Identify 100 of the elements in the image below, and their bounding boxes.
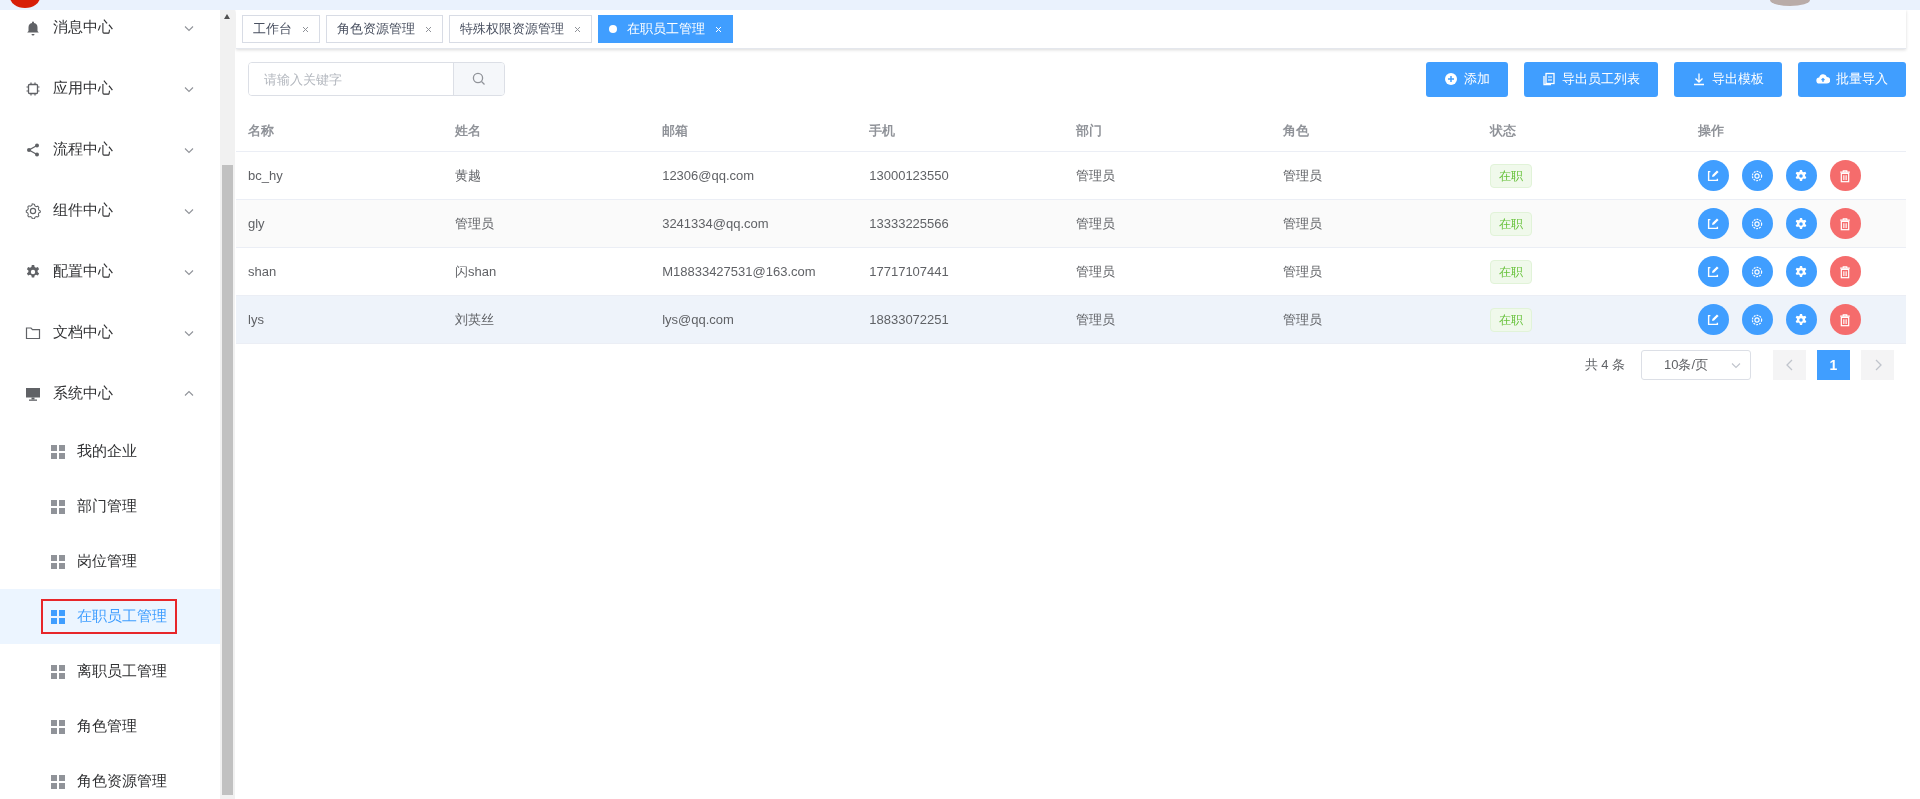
submenu-item[interactable]: 我的企业 <box>0 424 220 479</box>
gear-button[interactable] <box>1785 160 1817 191</box>
table-cell: bc_hy <box>236 151 444 200</box>
chip-icon <box>25 80 41 97</box>
table-cell: 管理员 <box>1064 199 1272 248</box>
column-header: 名称 <box>236 111 444 152</box>
submenu-label: 在职员工管理 <box>77 607 167 626</box>
table-cell: 13000123550 <box>857 151 1065 200</box>
table-cell: gly <box>236 199 444 248</box>
grid-icon <box>51 499 65 514</box>
gear-outline-icon <box>1750 216 1765 231</box>
submenu-label: 我的企业 <box>77 442 137 461</box>
column-header: 状态 <box>1478 111 1686 152</box>
scrollbar[interactable] <box>220 10 235 799</box>
gear-button[interactable] <box>1785 304 1817 335</box>
scroll-up-icon[interactable] <box>224 14 230 19</box>
status-tag: 在职 <box>1490 163 1533 188</box>
download-icon <box>1692 72 1706 86</box>
table-cell: shan <box>236 247 444 296</box>
page-tab[interactable]: 角色资源管理 <box>326 15 443 43</box>
table-cell: 刘英丝 <box>443 295 651 344</box>
menu-label: 文档中心 <box>53 323 114 342</box>
table-row[interactable]: shan 闪shan M18833427531@163.com 17717107441 管理员 管理员 在职 <box>236 247 1906 296</box>
table-cell: 管理员 <box>1064 247 1272 296</box>
bell-icon <box>25 19 41 36</box>
edit-button[interactable] <box>1697 160 1729 191</box>
grid-icon <box>51 774 65 789</box>
gear-button[interactable] <box>1785 256 1817 287</box>
submenu-item[interactable]: 角色管理 <box>0 699 220 754</box>
table-cell: 管理员 <box>1064 151 1272 200</box>
table-cell: 黄越 <box>443 151 651 200</box>
menu-label: 配置中心 <box>53 262 114 281</box>
menu-item[interactable]: 系统中心 <box>0 363 220 424</box>
trash-button[interactable] <box>1829 256 1861 287</box>
column-header: 角色 <box>1271 111 1479 152</box>
submenu-label: 角色资源管理 <box>77 772 167 791</box>
submenu-item[interactable]: 角色资源管理 <box>0 754 220 799</box>
chevron-left-icon <box>1784 359 1795 371</box>
gear-icon <box>1794 168 1809 183</box>
table-cell: 管理员 <box>1271 247 1479 296</box>
edit-button[interactable] <box>1697 304 1729 335</box>
trash-button[interactable] <box>1829 208 1861 239</box>
trash-button[interactable] <box>1829 160 1861 191</box>
gear-icon <box>1794 312 1809 327</box>
gear-outline-button[interactable] <box>1741 256 1773 287</box>
gear-outline-button[interactable] <box>1741 160 1773 191</box>
menu-item[interactable]: 消息中心 <box>0 10 220 58</box>
close-icon[interactable] <box>425 25 432 33</box>
trash-icon <box>1838 312 1853 327</box>
grid-icon <box>51 719 65 734</box>
menu-item[interactable]: 组件中心 <box>0 180 220 241</box>
page-size-select[interactable]: 10条/页 <box>1641 350 1751 380</box>
menu-label: 应用中心 <box>53 79 114 98</box>
submenu-item[interactable]: 岗位管理 <box>0 534 220 589</box>
gear-icon <box>1794 216 1809 231</box>
table-cell: 12306@qq.com <box>650 151 858 200</box>
search-button[interactable] <box>453 63 504 95</box>
grid-icon <box>51 664 65 679</box>
submenu-item[interactable]: 部门管理 <box>0 479 220 534</box>
close-icon[interactable] <box>302 25 309 33</box>
column-header: 部门 <box>1064 111 1272 152</box>
table-cell: lys@qq.com <box>650 295 858 344</box>
table-row[interactable]: gly 管理员 3241334@qq.com 13333225566 管理员 管理员 在职 <box>236 199 1906 248</box>
page-tab[interactable]: 特殊权限资源管理 <box>449 15 592 43</box>
gear-outline-icon <box>1750 168 1765 183</box>
table-cell: 13333225566 <box>857 199 1065 248</box>
edit-button[interactable] <box>1697 256 1729 287</box>
status-tag: 在职 <box>1490 211 1533 236</box>
table-cell: 管理员 <box>1271 199 1479 248</box>
table-row[interactable]: bc_hy 黄越 12306@qq.com 13000123550 管理员 管理员 在职 <box>236 151 1906 200</box>
gear-outline-button[interactable] <box>1741 208 1773 239</box>
total-count: 共 4 条 <box>1584 356 1625 374</box>
search-field[interactable]: 请输入关键字 <box>248 62 505 96</box>
menu-label: 系统中心 <box>53 384 114 403</box>
menu-item[interactable]: 配置中心 <box>0 241 220 302</box>
table-row[interactable]: lys 刘英丝 lys@qq.com 18833072251 管理员 管理员 在职 <box>236 295 1906 344</box>
submenu-item[interactable]: 离职员工管理 <box>0 644 220 699</box>
menu-item[interactable]: 文档中心 <box>0 302 220 363</box>
trash-icon <box>1838 264 1853 279</box>
folder-icon <box>25 324 41 341</box>
close-icon[interactable] <box>574 25 581 33</box>
edit-icon <box>1706 168 1721 183</box>
menu-item[interactable]: 流程中心 <box>0 119 220 180</box>
page-tab[interactable]: 工作台 <box>242 15 320 43</box>
table-cell: 管理员 <box>443 199 651 248</box>
column-header: 操作 <box>1685 111 1906 152</box>
menu-item[interactable]: 应用中心 <box>0 58 220 119</box>
table-cell: 3241334@qq.com <box>650 199 858 248</box>
gear-button[interactable] <box>1785 208 1817 239</box>
gear-outline-icon <box>1750 312 1765 327</box>
share-icon <box>25 141 41 158</box>
monitor-icon <box>25 385 41 402</box>
status-tag: 在职 <box>1490 307 1533 332</box>
edit-button[interactable] <box>1697 208 1729 239</box>
trash-icon <box>1838 216 1853 231</box>
scroll-thumb[interactable] <box>222 165 233 795</box>
gear-outline-button[interactable] <box>1741 304 1773 335</box>
search-icon <box>472 72 486 86</box>
trash-button[interactable] <box>1829 304 1861 335</box>
status-tag: 在职 <box>1490 259 1533 284</box>
